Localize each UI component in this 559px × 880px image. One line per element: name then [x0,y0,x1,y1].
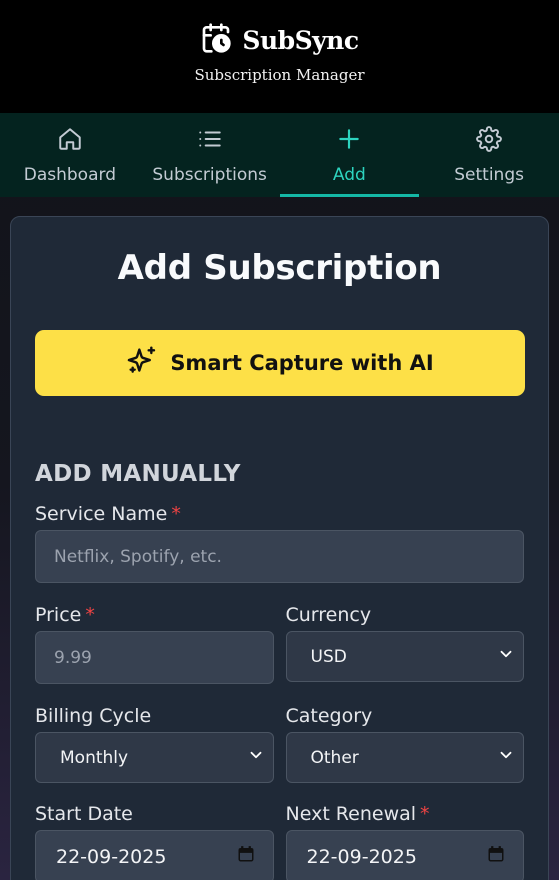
category-select[interactable]: Other [285,732,524,783]
next-renewal-label: Next Renewal * [285,803,430,825]
billing-cycle-select[interactable]: Monthly [35,732,274,783]
sparkles-icon [126,345,158,382]
price-input[interactable]: 9.99 [35,631,274,684]
start-date-value: 22-09-2025 [56,845,167,868]
service-name-input[interactable]: Netflix, Spotify, etc. [35,530,524,583]
home-icon [57,126,83,157]
dates-row: Start Date 22-09-2025 Next Renewal * 22-0… [35,803,524,880]
calendar-clock-icon [200,22,232,58]
chevron-down-icon [497,645,515,668]
smart-capture-label: Smart Capture with AI [170,351,434,375]
next-renewal-value: 22-09-2025 [306,845,417,868]
category-value: Other [310,747,359,768]
tab-settings[interactable]: Settings [419,113,559,197]
start-date-group: Start Date 22-09-2025 [35,803,274,880]
tab-label: Subscriptions [152,164,267,185]
price-currency-row: Price * 9.99 Currency USD [35,604,524,684]
chevron-down-icon [497,746,515,769]
gear-icon [476,125,502,157]
start-date-label: Start Date [35,803,133,825]
add-subscription-card: Add Subscription Smart Capture with AI A… [10,216,549,880]
calendar-icon[interactable] [487,845,505,868]
required-marker: * [85,604,95,626]
category-group: Category Other [285,705,524,783]
next-renewal-input[interactable]: 22-09-2025 [285,830,524,880]
required-marker: * [420,803,430,825]
smart-capture-button[interactable]: Smart Capture with AI [35,330,525,396]
service-name-group: Service Name * Netflix, Spotify, etc. [35,503,524,583]
service-name-label: Service Name * [35,503,181,525]
billing-cycle-value: Monthly [60,747,129,768]
price-group: Price * 9.99 [35,604,274,684]
plus-icon [336,126,362,157]
tab-dashboard[interactable]: Dashboard [0,113,140,197]
page-title: Add Subscription [117,248,442,288]
billing-cycle-label: Billing Cycle [35,705,152,727]
start-date-input[interactable]: 22-09-2025 [35,830,274,880]
currency-group: Currency USD [285,604,524,684]
required-marker: * [171,503,181,525]
price-placeholder: 9.99 [54,647,92,668]
app-name: SubSync [242,25,359,55]
service-name-placeholder: Netflix, Spotify, etc. [54,546,222,567]
tab-label: Add [332,164,366,185]
tab-add[interactable]: Add [279,113,420,197]
currency-value: USD [310,646,347,667]
next-renewal-group: Next Renewal * 22-09-2025 [285,803,524,880]
price-label: Price * [35,604,95,626]
tab-subscriptions[interactable]: Subscriptions [140,113,280,197]
billing-cycle-group: Billing Cycle Monthly [35,705,274,783]
chevron-down-icon [247,746,265,769]
currency-label: Currency [285,604,372,626]
list-icon [197,126,223,157]
app-subtitle: Subscription Manager [194,66,365,84]
tab-label: Dashboard [23,164,116,185]
main-nav: Dashboard Subscriptions Add Settings [0,113,559,197]
calendar-icon[interactable] [237,845,255,868]
category-label: Category [285,705,373,727]
cycle-category-row: Billing Cycle Monthly Category Other [35,705,524,783]
app-header: SubSync Subscription Manager [0,0,559,113]
section-heading: ADD MANUALLY [35,461,241,487]
currency-select[interactable]: USD [285,631,524,682]
tab-label: Settings [454,164,524,185]
brand: SubSync [200,22,359,58]
